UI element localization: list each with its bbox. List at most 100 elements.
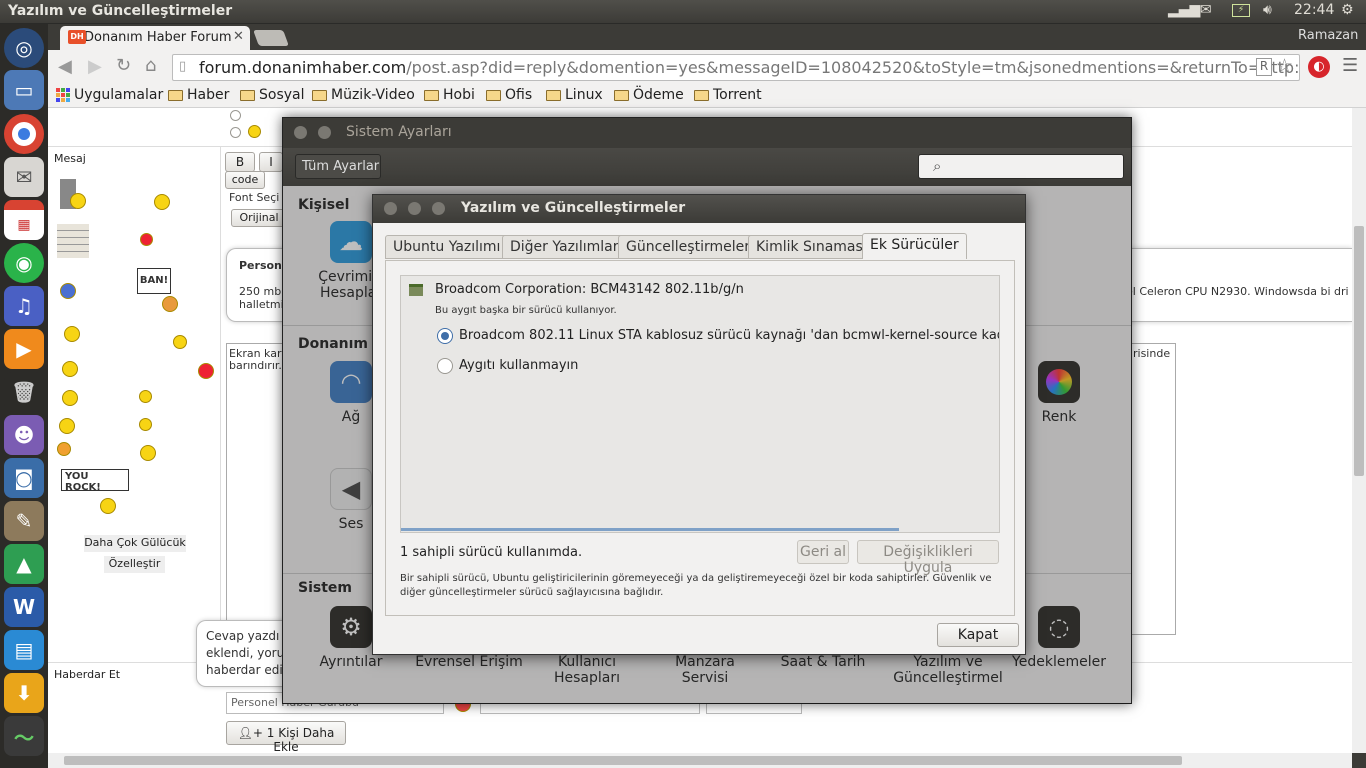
- extension-icon[interactable]: ◐: [1308, 56, 1330, 78]
- wall-smiley-icon[interactable]: [57, 224, 89, 258]
- smiley-icon[interactable]: [248, 125, 261, 138]
- driver-option-2-label[interactable]: Aygıtı kullanmayın: [459, 358, 578, 373]
- smiley-icon[interactable]: [70, 193, 86, 209]
- page-scrollbar-horizontal[interactable]: [48, 753, 1352, 768]
- icon-radio[interactable]: [230, 127, 241, 138]
- driver-option-1-label[interactable]: Broadcom 802.11 Linux STA kablosuz sürüc…: [459, 328, 999, 343]
- network-icon[interactable]: ▂▄▆: [1168, 2, 1200, 18]
- tab-additional-drivers[interactable]: Ek Sürücüler: [862, 233, 967, 259]
- apply-changes-button[interactable]: Değişiklikleri Uygula: [857, 540, 999, 576]
- tab-ubuntu-software[interactable]: Ubuntu Yazılımı: [385, 235, 509, 259]
- forward-icon[interactable]: ▶: [88, 56, 102, 77]
- bookmark-ofis[interactable]: Ofis: [486, 87, 532, 103]
- customize-button[interactable]: Özelleştir: [104, 556, 165, 573]
- address-bar[interactable]: ▯ forum.donanimhaber.com/post.asp?did=re…: [172, 54, 1300, 81]
- list-scrollbar[interactable]: [401, 528, 899, 531]
- italic-button[interactable]: I: [259, 152, 283, 172]
- close-icon[interactable]: [384, 202, 397, 215]
- smiley-icon[interactable]: [154, 194, 170, 210]
- close-button[interactable]: Kapat: [937, 623, 1019, 647]
- tab-close-icon[interactable]: ✕: [233, 29, 244, 44]
- readability-icon[interactable]: R: [1256, 58, 1272, 76]
- browser-tab[interactable]: Donanım Haber Forum: [60, 26, 250, 50]
- icon-radio[interactable]: [230, 110, 241, 121]
- home-icon[interactable]: ⌂: [145, 55, 156, 76]
- bookmark-torrent[interactable]: Torrent: [694, 87, 762, 103]
- drive-icon[interactable]: ▲: [4, 544, 44, 584]
- post-snippet: el Celeron CPU N2930. Windowsda bi dri: [1126, 285, 1349, 298]
- ubuntu-icon[interactable]: ◎: [4, 28, 44, 68]
- settings-gear-icon[interactable]: ⚙: [1341, 2, 1354, 18]
- page-scrollbar-vertical[interactable]: [1352, 108, 1366, 753]
- smiley-icon[interactable]: [140, 445, 156, 461]
- clock[interactable]: 22:44: [1294, 2, 1334, 18]
- mail-indicator-icon[interactable]: ✉: [1200, 2, 1212, 18]
- maximize-icon[interactable]: [432, 202, 445, 215]
- tab-other-software[interactable]: Diğer Yazılımlar: [502, 235, 627, 259]
- ban-sign-smiley[interactable]: BAN!: [137, 268, 171, 294]
- smiley-icon[interactable]: [60, 283, 76, 299]
- calendar-icon[interactable]: ▦: [4, 200, 44, 240]
- gimp-icon[interactable]: ✎: [4, 501, 44, 541]
- minimize-icon[interactable]: [408, 202, 421, 215]
- chrome-icon[interactable]: [4, 114, 44, 154]
- trash-icon[interactable]: 🗑︎: [4, 372, 44, 412]
- profile-name[interactable]: Ramazan: [1298, 28, 1358, 43]
- smiley-icon[interactable]: [64, 326, 80, 342]
- bookmark-linux[interactable]: Linux: [546, 87, 603, 103]
- code-button[interactable]: code: [225, 171, 265, 189]
- add-person-button[interactable]: 👤︎+ 1 Kişi Daha Ekle: [226, 721, 346, 754]
- volume-icon[interactable]: 🔊︎: [1263, 2, 1272, 18]
- bookmark-star-icon[interactable]: ☆: [1276, 55, 1293, 77]
- revert-button[interactable]: Geri al: [797, 540, 849, 564]
- smiley-icon[interactable]: [100, 498, 116, 514]
- whatsapp-icon[interactable]: ◉: [4, 243, 44, 283]
- bookmark-odeme[interactable]: Ödeme: [614, 87, 684, 103]
- driver-option-1-radio[interactable]: [437, 328, 453, 344]
- bold-button[interactable]: B: [225, 152, 255, 172]
- bookmark-apps[interactable]: Uygulamalar: [56, 87, 163, 103]
- original-button[interactable]: Orijinal: [231, 209, 287, 227]
- smiley-icon[interactable]: [198, 363, 214, 379]
- settings-search-input[interactable]: ⌕: [918, 154, 1124, 179]
- tab-authentication[interactable]: Kimlik Sınaması: [748, 235, 875, 259]
- driver-option-2-radio[interactable]: [437, 358, 453, 374]
- smiley-icon[interactable]: [57, 442, 71, 456]
- music-icon[interactable]: ♫: [4, 286, 44, 326]
- textarea-text: barındırır.: [229, 359, 282, 372]
- bookmark-muzik-video[interactable]: Müzik-Video: [312, 87, 415, 103]
- game-icon[interactable]: ☻: [4, 415, 44, 455]
- menu-icon[interactable]: ☰: [1342, 55, 1358, 76]
- smiley-icon[interactable]: [139, 390, 152, 403]
- bookmark-haber[interactable]: Haber: [168, 87, 229, 103]
- smiley-icon[interactable]: [59, 418, 75, 434]
- tab-updates[interactable]: Güncelleştirmeler: [618, 235, 758, 259]
- angry-smiley-icon[interactable]: [140, 233, 153, 246]
- vlc-icon[interactable]: ▶: [4, 329, 44, 369]
- screenshot-icon[interactable]: ◙: [4, 458, 44, 498]
- smiley-icon[interactable]: [62, 361, 78, 377]
- apps-grid-icon: [56, 88, 70, 102]
- reload-icon[interactable]: ↻: [116, 55, 131, 76]
- downloads-icon[interactable]: ⬇: [4, 673, 44, 713]
- smiley-icon[interactable]: [173, 335, 187, 349]
- back-icon[interactable]: ◀: [58, 56, 72, 77]
- smiley-icon[interactable]: [62, 390, 78, 406]
- system-monitor-icon[interactable]: 〜: [4, 716, 44, 756]
- more-smileys-button[interactable]: Daha Çok Gülücük: [84, 535, 186, 552]
- font-select[interactable]: Font Seçi: [225, 191, 285, 208]
- files-icon[interactable]: ▭: [4, 70, 44, 110]
- smiley-icon[interactable]: [162, 296, 178, 312]
- all-settings-button[interactable]: Tüm Ayarlar: [295, 154, 381, 179]
- smiley-icon[interactable]: [139, 418, 152, 431]
- close-icon[interactable]: [294, 126, 307, 139]
- writer-icon[interactable]: W: [4, 587, 44, 627]
- minimize-icon[interactable]: [318, 126, 331, 139]
- mail-icon[interactable]: ✉: [4, 157, 44, 197]
- bookmark-hobi[interactable]: Hobi: [424, 87, 475, 103]
- new-tab-button[interactable]: [253, 30, 289, 46]
- bookmark-sosyal[interactable]: Sosyal: [240, 87, 305, 103]
- battery-icon[interactable]: ⚡: [1232, 4, 1250, 17]
- you-rock-sign-smiley[interactable]: YOU ROCK!: [61, 469, 129, 493]
- calc-icon[interactable]: ▤: [4, 630, 44, 670]
